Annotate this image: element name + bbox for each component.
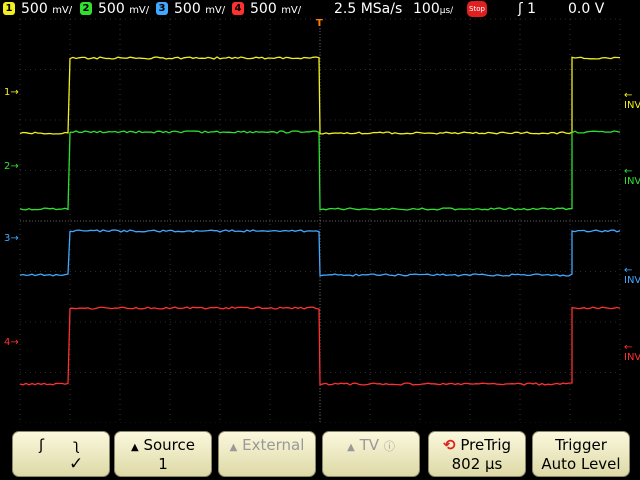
checkmark-icon: ✓	[69, 454, 84, 474]
rising-edge-icon: ʃ	[39, 436, 45, 454]
waveform-display	[19, 18, 621, 423]
trigger-info[interactable]: ʃ 1	[518, 0, 536, 18]
ch1-badge[interactable]: 1	[3, 2, 15, 15]
slope-softkey[interactable]: ʃ ʅ ✓	[12, 431, 110, 477]
stop-indicator[interactable]: Stop	[467, 1, 487, 17]
ch4-badge[interactable]: 4	[232, 2, 244, 15]
trigger-position-marker[interactable]: T	[316, 19, 323, 29]
up-arrow-icon: ▲	[130, 442, 139, 453]
ch2-badge[interactable]: 2	[80, 2, 92, 15]
ch2-ground-marker[interactable]: 2→	[4, 162, 19, 172]
ch2-scale[interactable]: 500 mV/	[98, 0, 149, 20]
rotate-knob-icon: ⟲	[442, 436, 456, 454]
source-softkey[interactable]: ▲ Source 1	[114, 431, 212, 477]
external-softkey[interactable]: ▲ External	[218, 431, 316, 477]
trigger-level[interactable]: 0.0 V	[568, 0, 604, 18]
status-bar: 1 500 mV/ 2 500 mV/ 3 500 mV/ 4 500 mV/ …	[0, 0, 640, 18]
ch3-scale[interactable]: 500 mV/	[174, 0, 225, 20]
timebase[interactable]: 100µs/	[413, 0, 453, 20]
softkey-bar: ʃ ʅ ✓ ▲ Source 1 ▲ External ▲ TV ⓘ ⟲ Pre…	[0, 423, 640, 480]
ch1-inv-marker: ← INV	[624, 90, 640, 111]
trigger-slope-icon: ʃ	[518, 1, 523, 17]
pretrig-softkey[interactable]: ⟲ PreTrig 802 µs	[428, 431, 526, 477]
ch1-ground-marker[interactable]: 1→	[4, 88, 19, 98]
falling-edge-icon: ʅ	[73, 436, 80, 454]
up-arrow-icon: ▲	[229, 442, 238, 453]
ch3-inv-marker: ← INV	[624, 265, 640, 286]
ch2-inv-marker: ← INV	[624, 166, 640, 187]
ch4-scale[interactable]: 500 mV/	[250, 0, 301, 20]
sample-rate: 2.5 MSa/s	[334, 1, 403, 17]
ch3-ground-marker[interactable]: 3→	[4, 234, 19, 244]
info-icon: ⓘ	[383, 440, 395, 453]
ch4-inv-marker: ← INV	[624, 342, 640, 363]
up-arrow-icon: ▲	[347, 442, 355, 453]
tv-softkey[interactable]: ▲ TV ⓘ	[322, 431, 420, 477]
ch4-ground-marker[interactable]: 4→	[4, 338, 19, 348]
ch1-scale[interactable]: 500 mV/	[21, 0, 72, 20]
ch3-badge[interactable]: 3	[156, 2, 168, 15]
trigger-auto-level-softkey[interactable]: Trigger Auto Level	[532, 431, 630, 477]
